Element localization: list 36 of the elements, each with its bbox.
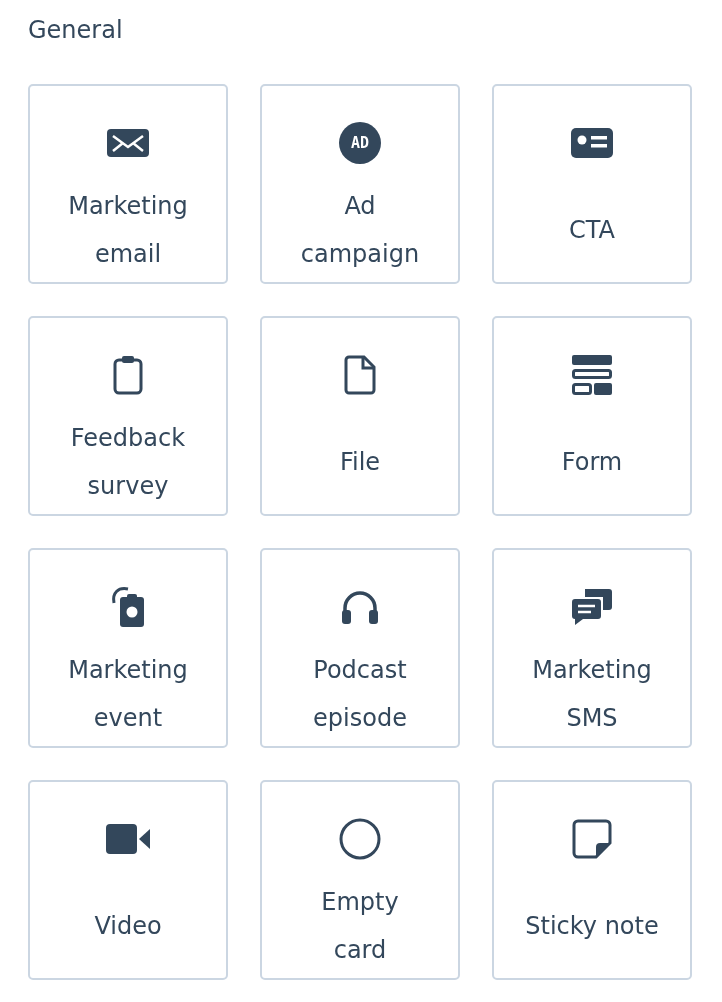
card-label: Marketing SMS [532, 655, 652, 734]
headphones-icon [340, 588, 380, 626]
id-card-icon [571, 128, 613, 158]
card-label: Podcast episode [313, 655, 407, 734]
card-label: Marketing event [68, 655, 188, 734]
content-type-card[interactable]: Marketing event [28, 548, 228, 748]
content-type-card[interactable]: Podcast episode [260, 548, 460, 748]
section-title: General [28, 15, 124, 46]
card-label: File [339, 447, 381, 478]
card-label: Feedback survey [70, 423, 186, 502]
content-type-card[interactable]: Feedback survey [28, 316, 228, 516]
card-label: Form [561, 447, 623, 478]
card-label: Ad campaign [300, 191, 420, 270]
form-icon [571, 354, 613, 396]
sticky-note-icon [572, 819, 612, 859]
card-label: Empty card [321, 887, 399, 966]
content-type-card[interactable]: Marketing email [28, 84, 228, 284]
file-icon [344, 355, 376, 395]
content-type-card[interactable]: File [260, 316, 460, 516]
card-label: Sticky note [525, 911, 659, 942]
card-label: Video [94, 911, 162, 942]
card-label: CTA [569, 215, 615, 246]
chat-bubbles-icon [571, 587, 613, 627]
card-label: Marketing email [68, 191, 188, 270]
content-type-card[interactable]: Form [492, 316, 692, 516]
content-type-card[interactable]: Marketing SMS [492, 548, 692, 748]
content-type-card[interactable]: Video [28, 780, 228, 980]
ad-icon: AD [339, 122, 381, 164]
content-type-card[interactable]: Empty card [260, 780, 460, 980]
content-type-card[interactable]: CTA [492, 84, 692, 284]
content-type-card[interactable]: Sticky note [492, 780, 692, 980]
clipboard-icon [113, 355, 143, 395]
envelope-icon [107, 129, 149, 157]
circle-icon [339, 818, 381, 860]
content-type-card[interactable]: AD Ad campaign [260, 84, 460, 284]
video-camera-icon [106, 824, 150, 854]
